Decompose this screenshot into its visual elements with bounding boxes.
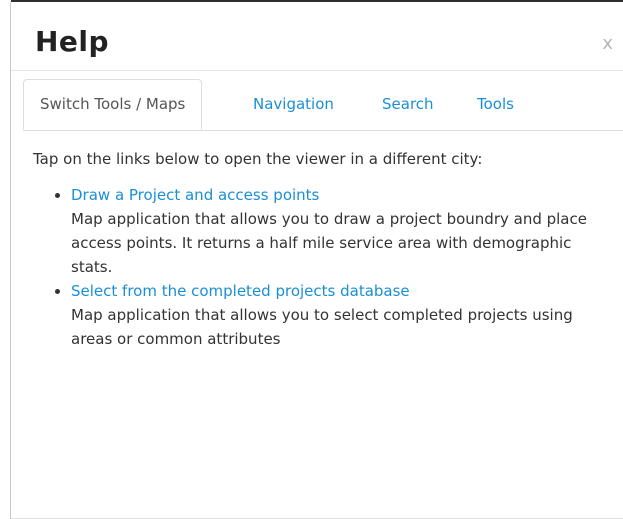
close-icon[interactable]: x (602, 34, 613, 54)
tab-tools[interactable]: Tools (477, 79, 514, 130)
item-description: Map application that allows you to selec… (71, 306, 573, 348)
tab-search[interactable]: Search (382, 79, 434, 130)
tab-bar: Switch Tools / Maps Navigation Search To… (23, 79, 623, 131)
list-item: Draw a Project and access points Map app… (71, 183, 613, 279)
tab-switch-tools-maps[interactable]: Switch Tools / Maps (23, 79, 203, 130)
dialog-header: Help x (11, 2, 623, 71)
link-list: Draw a Project and access points Map app… (33, 183, 613, 351)
select-completed-projects-link[interactable]: Select from the completed projects datab… (71, 279, 613, 303)
help-dialog: Help x Switch Tools / Maps Navigation Se… (10, 2, 623, 519)
tab-navigation[interactable]: Navigation (253, 79, 334, 130)
item-description: Map application that allows you to draw … (71, 210, 587, 276)
dialog-title: Help (35, 25, 110, 58)
intro-text: Tap on the links below to open the viewe… (33, 150, 483, 168)
tab-content: Tap on the links below to open the viewe… (33, 147, 613, 351)
draw-project-link[interactable]: Draw a Project and access points (71, 183, 613, 207)
list-item: Select from the completed projects datab… (71, 279, 613, 351)
